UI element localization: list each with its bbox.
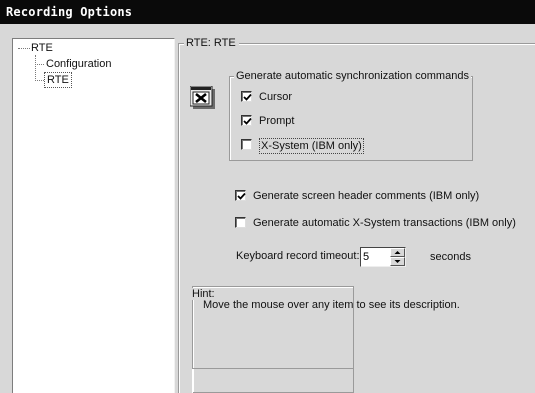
keyboard-timeout-stepper[interactable]	[360, 247, 406, 267]
hint-text: Move the mouse over any item to see its …	[203, 299, 460, 311]
tree-connector	[35, 64, 44, 65]
tree-connector	[35, 80, 44, 81]
pane-title: RTE: RTE	[186, 37, 239, 49]
tree-connector	[18, 48, 30, 49]
stepper-buttons	[390, 248, 405, 266]
tree-connector	[35, 55, 36, 81]
sync-commands-legend: Generate automatic synchronization comma…	[234, 70, 471, 82]
prompt-label: Prompt	[259, 115, 295, 127]
tree-item-label: RTE	[47, 74, 69, 86]
tree-item-rte-root[interactable]: RTE	[31, 41, 53, 55]
xsystem-transactions-label: Generate automatic X-System transactions…	[253, 217, 516, 229]
tree-item-configuration[interactable]: Configuration	[46, 57, 111, 71]
keyboard-timeout-label: Keyboard record timeout:	[236, 250, 360, 262]
checkbox-box[interactable]	[241, 91, 252, 102]
stepper-up-button[interactable]	[390, 248, 405, 257]
pane-divider	[178, 44, 180, 393]
xsystem-label: X-System (IBM only)	[259, 138, 364, 154]
checkbox-box[interactable]	[241, 115, 252, 126]
timeout-unit-label: seconds	[430, 251, 471, 263]
stepper-down-button[interactable]	[390, 257, 405, 266]
keyboard-timeout-input[interactable]	[363, 250, 387, 264]
checkbox-box[interactable]	[235, 190, 246, 201]
checkbox-box[interactable]	[235, 217, 246, 228]
cursor-label: Cursor	[259, 91, 293, 103]
tree-item-rte-selected[interactable]: RTE	[44, 72, 72, 88]
title-bar: Recording Options	[0, 0, 535, 24]
x-window-icon	[189, 85, 216, 110]
options-tree[interactable]: RTE Configuration RTE	[12, 38, 175, 393]
chevron-up-icon	[394, 251, 401, 254]
checkbox-box[interactable]	[241, 139, 252, 150]
screen-header-comments-label: Generate screen header comments (IBM onl…	[253, 190, 480, 202]
chevron-down-icon	[394, 260, 401, 263]
pane-divider	[236, 43, 535, 45]
